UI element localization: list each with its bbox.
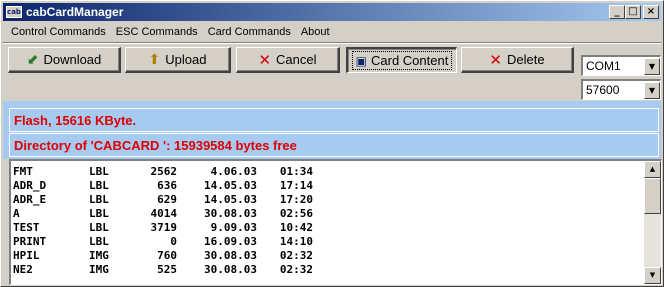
- file-date: 9.09.03: [210, 220, 257, 234]
- file-type: LBL: [89, 164, 109, 178]
- file-time: 02:56: [279, 206, 313, 220]
- delete-x-icon: ✕: [489, 50, 502, 69]
- chevron-down-icon[interactable]: ▼: [644, 81, 660, 99]
- cancel-x-icon: ✕: [258, 50, 272, 69]
- file-type: LBL: [89, 178, 109, 192]
- delete-button[interactable]: ✕ Delete: [461, 47, 574, 73]
- file-size: 525: [157, 262, 177, 276]
- file-type: LBL: [89, 192, 109, 206]
- file-date: 14.05.03: [204, 192, 257, 206]
- file-name: FMT: [13, 164, 33, 178]
- file-size: 629: [157, 192, 177, 206]
- baud-value: 57600: [586, 83, 620, 97]
- scroll-thumb[interactable]: [644, 178, 661, 214]
- chevron-down-icon[interactable]: ▼: [644, 57, 660, 75]
- menu-control-commands[interactable]: Control Commands: [3, 26, 111, 38]
- menu-bar: Control Commands ESC Commands Card Comma…: [3, 22, 661, 42]
- port-select[interactable]: COM1 ▼: [581, 55, 661, 76]
- upload-label: Upload: [165, 52, 207, 67]
- upload-button[interactable]: ⬆ Upload: [125, 47, 231, 73]
- file-name: HPIL: [13, 248, 40, 262]
- delete-label: Delete: [507, 52, 545, 67]
- card-view-icon: ▣: [355, 53, 367, 68]
- file-date: 30.08.03: [204, 206, 257, 220]
- menu-about[interactable]: About: [296, 26, 335, 38]
- vertical-scrollbar[interactable]: ▲ ▼: [644, 161, 661, 284]
- toolbar-separator: [3, 42, 661, 44]
- file-name: TEST: [13, 220, 40, 234]
- app-window: cab cabCardManager _ □ × Control Command…: [0, 0, 664, 287]
- file-time: 14:10: [279, 234, 313, 248]
- file-time: 17:20: [279, 192, 313, 206]
- file-rows: FMT LBL 2562 4.06.03 01:34 ADR_D LBL 636 14.05.0…: [13, 164, 645, 276]
- title-bar[interactable]: cab cabCardManager _ □ ×: [3, 3, 661, 21]
- close-button[interactable]: ×: [643, 5, 659, 19]
- download-icon: ⬋: [26, 51, 39, 68]
- file-row[interactable]: ADR_D LBL 636 14.05.03 17:14: [13, 178, 645, 192]
- file-date: 16.09.03: [204, 234, 257, 248]
- file-row[interactable]: NE2 IMG 525 30.08.03 02:32: [13, 262, 645, 276]
- card-content-button[interactable]: ▣ Card Content: [346, 47, 457, 73]
- file-size: 3719: [150, 220, 178, 234]
- file-type: LBL: [89, 206, 109, 220]
- flash-info: Flash, 15616 KByte.: [9, 108, 659, 132]
- download-label: Download: [43, 52, 102, 67]
- card-content-label: Card Content: [371, 53, 449, 68]
- cancel-label: Cancel: [276, 52, 317, 67]
- window-title: cabCardManager: [26, 5, 124, 19]
- file-name: PRINT: [13, 234, 47, 248]
- card-content-focus: ▣ Card Content: [351, 51, 453, 70]
- file-row[interactable]: TEST LBL 3719 9.09.03 10:42: [13, 220, 645, 234]
- scroll-down-icon[interactable]: ▼: [644, 267, 661, 284]
- directory-info: Directory of 'CABCARD ': 15939584 bytes …: [9, 133, 659, 157]
- file-time: 02:32: [279, 248, 313, 262]
- menu-esc-commands[interactable]: ESC Commands: [111, 26, 203, 38]
- file-type: IMG: [89, 262, 109, 276]
- scroll-up-icon[interactable]: ▲: [644, 161, 661, 178]
- file-date: 30.08.03: [204, 262, 257, 276]
- minimize-button[interactable]: _: [609, 5, 625, 19]
- window-controls: _ □ ×: [609, 5, 659, 19]
- file-time: 17:14: [279, 178, 313, 192]
- file-size: 2562: [150, 164, 178, 178]
- upload-icon: ⬆: [148, 51, 161, 68]
- file-type: LBL: [89, 220, 109, 234]
- file-row[interactable]: FMT LBL 2562 4.06.03 01:34: [13, 164, 645, 178]
- port-value: COM1: [586, 59, 621, 73]
- file-time: 10:42: [279, 220, 313, 234]
- download-button[interactable]: ⬋ Download: [8, 47, 121, 73]
- file-type: IMG: [89, 248, 109, 262]
- file-type: LBL: [89, 234, 109, 248]
- file-date: 14.05.03: [204, 178, 257, 192]
- file-name: A: [13, 206, 20, 220]
- file-date: 30.08.03: [204, 248, 257, 262]
- file-size: 0: [170, 234, 177, 248]
- file-size: 760: [157, 248, 177, 262]
- file-row[interactable]: HPIL IMG 760 30.08.03 02:32: [13, 248, 645, 262]
- file-size: 636: [157, 178, 177, 192]
- file-row[interactable]: ADR_E LBL 629 14.05.03 17:20: [13, 192, 645, 206]
- file-name: ADR_D: [13, 178, 47, 192]
- file-time: 02:32: [279, 262, 313, 276]
- file-date: 4.06.03: [210, 164, 257, 178]
- file-name: ADR_E: [13, 192, 47, 206]
- maximize-button[interactable]: □: [625, 5, 641, 19]
- baud-select[interactable]: 57600 ▼: [581, 79, 661, 100]
- file-time: 01:34: [279, 164, 313, 178]
- file-size: 4014: [150, 206, 178, 220]
- cancel-button[interactable]: ✕ Cancel: [236, 47, 340, 73]
- app-icon: cab: [6, 6, 22, 18]
- menu-card-commands[interactable]: Card Commands: [203, 26, 296, 38]
- file-name: NE2: [13, 262, 33, 276]
- file-row[interactable]: PRINT LBL 0 16.09.03 14:10: [13, 234, 645, 248]
- file-row[interactable]: A LBL 4014 30.08.03 02:56: [13, 206, 645, 220]
- file-list[interactable]: FMT LBL 2562 4.06.03 01:34 ADR_D LBL 636 14.05.0…: [9, 159, 662, 285]
